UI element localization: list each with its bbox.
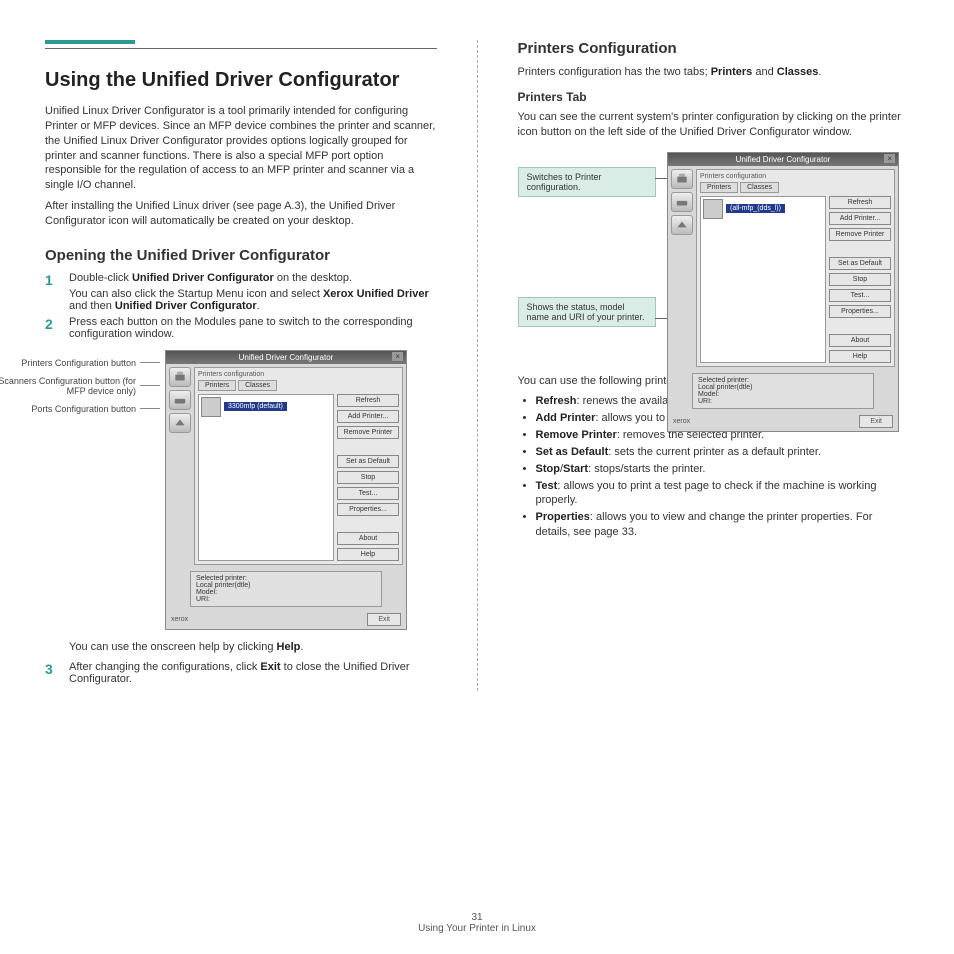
figure-2: Switches to Printer configuration. Shows…	[518, 152, 910, 362]
window-title: Unified Driver Configurator	[239, 353, 334, 362]
help-note: You can use the onscreen help by clickin…	[69, 640, 437, 655]
page-number: 31	[0, 912, 954, 923]
bullet-stop: Stop/Start: stops/starts the printer.	[536, 462, 910, 477]
accent-bar	[45, 40, 135, 44]
tab-printers[interactable]: Printers	[700, 182, 738, 193]
figure-1: Printers Configuration button Scanners C…	[0, 350, 437, 630]
group-label: Printers configuration	[700, 173, 891, 180]
about-button[interactable]: About	[829, 334, 891, 347]
window-titlebar: Unified Driver Configurator ×	[166, 351, 406, 364]
right-h3: Printers Tab	[518, 90, 910, 104]
callout-switch-printer: Switches to Printer configuration.	[518, 167, 656, 197]
help-button[interactable]: Help	[829, 350, 891, 363]
intro-para-1: Unified Linux Driver Configurator is a t…	[45, 104, 437, 193]
add-printer-button[interactable]: Add Printer...	[829, 212, 891, 225]
printers-module-icon[interactable]	[671, 169, 693, 189]
printer-item-label: (all-mfp_(dds_l))	[726, 204, 785, 213]
window-title: Unified Driver Configurator	[736, 155, 831, 164]
properties-button[interactable]: Properties...	[829, 305, 891, 318]
printer-list[interactable]: 3300mfp (default)	[198, 394, 334, 561]
list-item[interactable]: 3300mfp (default)	[201, 397, 331, 417]
ports-module-icon[interactable]	[671, 215, 693, 235]
step3-text: After changing the configurations, click…	[69, 661, 410, 685]
intro-para-2: After installing the Unified Linux drive…	[45, 199, 437, 229]
callout-printers-config: Printers Configuration button	[0, 358, 136, 368]
step-number: 2	[45, 316, 53, 332]
printer-item-label: 3300mfp (default)	[224, 402, 287, 411]
set-default-button[interactable]: Set as Default	[829, 257, 891, 270]
scanners-module-icon[interactable]	[671, 192, 693, 212]
exit-button[interactable]: Exit	[859, 415, 893, 428]
exit-button[interactable]: Exit	[367, 613, 401, 626]
refresh-button[interactable]: Refresh	[337, 394, 399, 407]
right-h2: Printers Configuration	[518, 40, 910, 57]
add-printer-button[interactable]: Add Printer...	[337, 410, 399, 423]
help-button[interactable]: Help	[337, 548, 399, 561]
ports-module-icon[interactable]	[169, 413, 191, 433]
remove-printer-button[interactable]: Remove Printer	[337, 426, 399, 439]
properties-button[interactable]: Properties...	[337, 503, 399, 516]
stop-button[interactable]: Stop	[337, 471, 399, 484]
subsection-title: Opening the Unified Driver Configurator	[45, 247, 437, 264]
bullet-properties: Properties: allows you to view and chang…	[536, 510, 910, 540]
printer-list[interactable]: (all-mfp_(dds_l))	[700, 196, 826, 363]
window-titlebar: Unified Driver Configurator ×	[668, 153, 898, 166]
close-icon[interactable]: ×	[884, 154, 895, 163]
printer-icon	[201, 397, 221, 417]
brand-label: xerox	[171, 616, 188, 623]
callout-shows-status: Shows the status, model name and URI of …	[518, 297, 656, 327]
stop-button[interactable]: Stop	[829, 273, 891, 286]
set-default-button[interactable]: Set as Default	[337, 455, 399, 468]
brand-label: xerox	[673, 418, 690, 425]
column-divider	[477, 40, 478, 691]
chapter-name: Using Your Printer in Linux	[0, 923, 954, 934]
step-number: 1	[45, 272, 53, 288]
tab-printers[interactable]: Printers	[198, 380, 236, 391]
tab-classes[interactable]: Classes	[238, 380, 277, 391]
selected-printer-box: Selected printer: Local printer(dtle) Mo…	[692, 373, 874, 409]
printer-icon	[703, 199, 723, 219]
step-1: 1 Double-click Unified Driver Configurat…	[45, 272, 437, 312]
section-title: Using the Unified Driver Configurator	[45, 69, 437, 92]
test-button[interactable]: Test...	[829, 289, 891, 302]
configurator-window-2: Unified Driver Configurator × Printers c…	[667, 152, 899, 432]
selected-printer-box: Selected printer: Local printer(dtle) Mo…	[190, 571, 382, 607]
callout-scanners-config: Scanners Configuration button (for MFP d…	[0, 376, 136, 396]
bullet-default: Set as Default: sets the current printer…	[536, 445, 910, 460]
remove-printer-button[interactable]: Remove Printer	[829, 228, 891, 241]
list-item[interactable]: (all-mfp_(dds_l))	[703, 199, 823, 219]
step2-text: Press each button on the Modules pane to…	[69, 316, 413, 340]
right-intro: Printers configuration has the two tabs;…	[518, 65, 910, 80]
step1-text: Double-click Unified Driver Configurator…	[69, 272, 352, 284]
step-number: 3	[45, 661, 53, 677]
about-button[interactable]: About	[337, 532, 399, 545]
tab-classes[interactable]: Classes	[740, 182, 779, 193]
configurator-window: Unified Driver Configurator × Printers c…	[165, 350, 407, 630]
step-3: 3 After changing the configurations, cli…	[45, 661, 437, 685]
callout-ports-config: Ports Configuration button	[0, 404, 136, 414]
scanners-module-icon[interactable]	[169, 390, 191, 410]
right-p1: You can see the current system's printer…	[518, 110, 910, 140]
step-2: 2 Press each button on the Modules pane …	[45, 316, 437, 340]
test-button[interactable]: Test...	[337, 487, 399, 500]
printers-module-icon[interactable]	[169, 367, 191, 387]
section-rule	[45, 48, 437, 49]
group-label: Printers configuration	[198, 371, 399, 378]
step1-note: You can also click the Startup Menu icon…	[69, 288, 437, 312]
refresh-button[interactable]: Refresh	[829, 196, 891, 209]
page-footer: 31 Using Your Printer in Linux	[0, 912, 954, 934]
close-icon[interactable]: ×	[392, 352, 403, 361]
bullet-test: Test: allows you to print a test page to…	[536, 479, 910, 509]
